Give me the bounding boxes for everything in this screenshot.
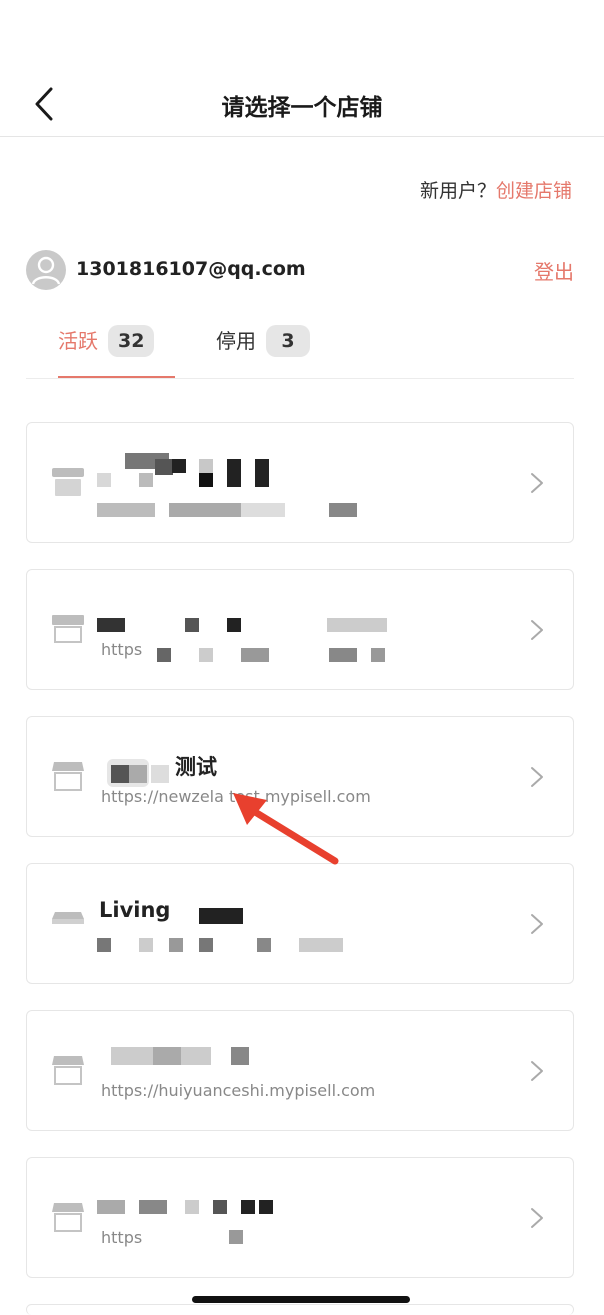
account-email: 1301816107@qq.com bbox=[76, 258, 306, 280]
nav-header: 请选择一个店铺 bbox=[0, 68, 604, 137]
store-icon bbox=[52, 762, 84, 791]
tab-label: 停用 bbox=[216, 329, 256, 353]
store-url: https://huiyuanceshi.mypisell.com bbox=[101, 1081, 376, 1100]
status-tabs: 活跃 32 停用 3 bbox=[26, 322, 574, 379]
store-card[interactable]: Living bbox=[26, 863, 574, 984]
tab-count-badge: 3 bbox=[266, 325, 310, 357]
tab-active[interactable]: 活跃 32 bbox=[58, 322, 155, 378]
store-icon bbox=[52, 615, 84, 643]
annotation-arrow-icon bbox=[233, 793, 339, 865]
store-icon bbox=[52, 1203, 84, 1232]
chevron-right-icon bbox=[531, 620, 543, 640]
store-url: https bbox=[101, 1228, 143, 1247]
store-icon bbox=[52, 1056, 84, 1085]
home-indicator bbox=[192, 1296, 410, 1303]
store-card[interactable] bbox=[26, 1304, 574, 1315]
chevron-right-icon bbox=[531, 767, 543, 787]
chevron-right-icon bbox=[531, 1208, 543, 1228]
avatar bbox=[26, 250, 66, 290]
chevron-right-icon bbox=[531, 914, 543, 934]
store-card[interactable]: https bbox=[26, 569, 574, 690]
store-name: 测试 bbox=[175, 755, 217, 779]
store-card[interactable]: https bbox=[26, 1157, 574, 1278]
logout-button[interactable]: 登出 bbox=[534, 256, 574, 285]
signup-row: 新用户？创建店铺 bbox=[420, 176, 572, 203]
signup-prompt: 新用户？ bbox=[419, 180, 496, 202]
store-icon bbox=[52, 912, 84, 924]
chevron-right-icon bbox=[531, 473, 543, 493]
page-title: 请选择一个店铺 bbox=[221, 95, 383, 121]
active-tab-indicator bbox=[58, 376, 175, 378]
store-card[interactable] bbox=[26, 422, 574, 543]
store-name: Living bbox=[99, 898, 171, 922]
store-card[interactable]: https://huiyuanceshi.mypisell.com bbox=[26, 1010, 574, 1131]
store-url: https bbox=[101, 640, 143, 659]
tab-count-badge: 32 bbox=[108, 325, 155, 357]
account-row: 1301816107@qq.com 登出 bbox=[26, 250, 574, 292]
tab-label: 活跃 bbox=[58, 329, 98, 353]
user-icon bbox=[31, 256, 61, 285]
tab-disabled[interactable]: 停用 3 bbox=[216, 322, 310, 378]
chevron-right-icon bbox=[531, 1061, 543, 1081]
store-icon bbox=[52, 468, 84, 496]
create-store-link[interactable]: 创建店铺 bbox=[496, 180, 572, 202]
